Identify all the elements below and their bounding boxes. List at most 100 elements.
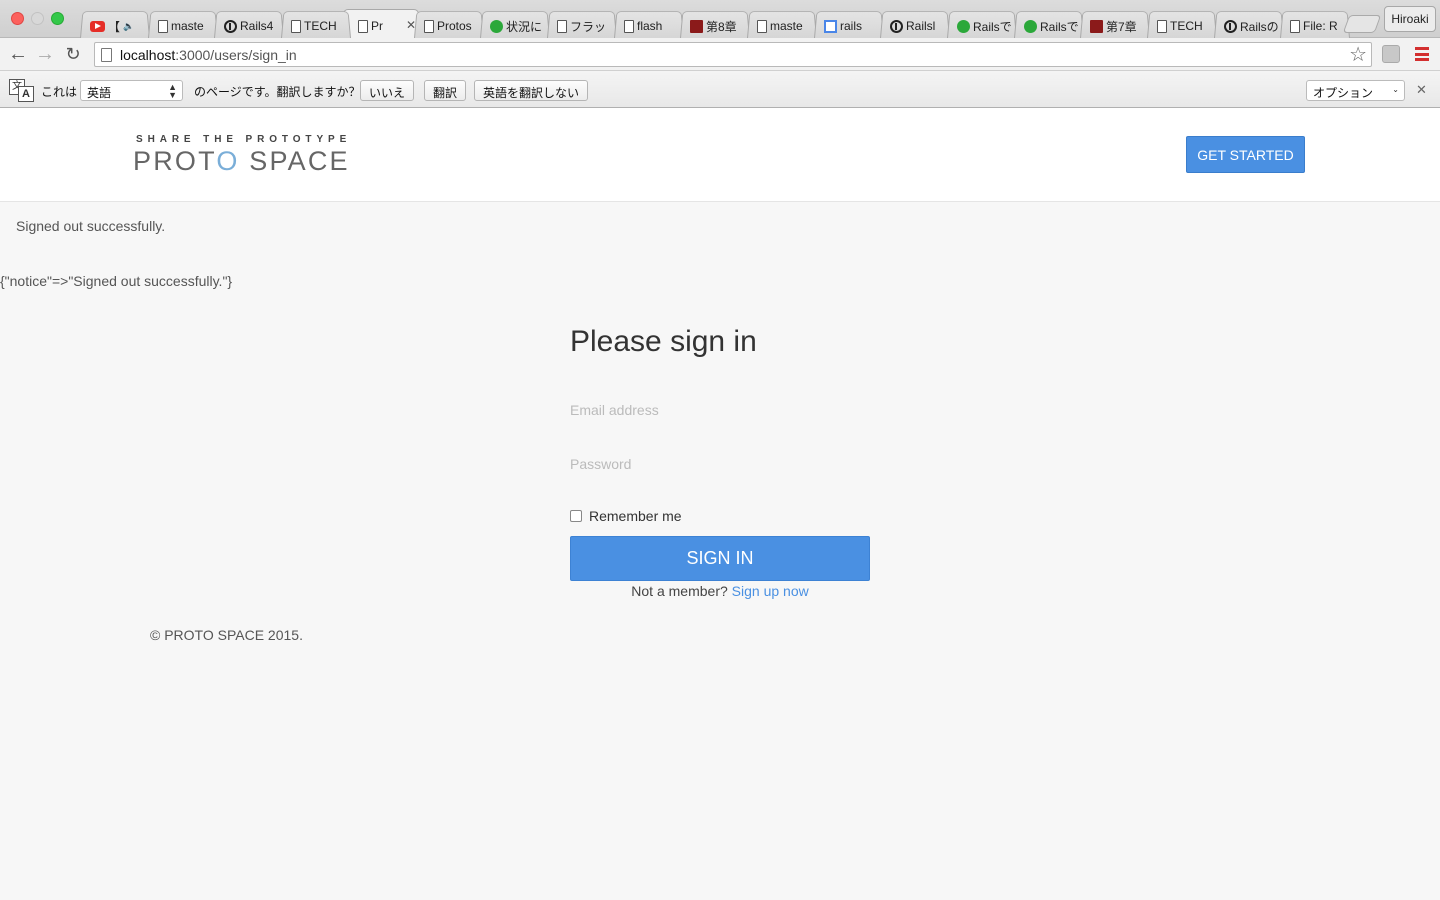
page-title: Please sign in [570, 325, 757, 358]
browser-tab[interactable]: 状況に [480, 9, 550, 39]
browser-tab[interactable]: Railsで [947, 9, 1017, 39]
source-language-value: 英語 [87, 86, 112, 100]
browser-tab[interactable]: File: R [1280, 9, 1350, 39]
forward-button[interactable]: → [33, 42, 57, 66]
tab-content: 第8章 [690, 18, 750, 34]
tab-title: maste [171, 19, 204, 33]
tab-content: rails [824, 18, 884, 34]
translate-no-button[interactable]: いいえ [360, 80, 415, 101]
reload-icon: ↻ [65, 44, 81, 64]
flash-debug-output: {"notice"=>"Signed out successfully."} [0, 273, 233, 289]
tab-content: Railsの [1224, 18, 1284, 34]
document-icon [291, 19, 301, 33]
browser-tab[interactable]: rails [814, 9, 884, 39]
page-icon [101, 48, 112, 62]
document-icon [757, 19, 767, 33]
source-language-select[interactable]: 英語 ▲ ▼ [80, 80, 183, 101]
tab-title: フラッ [570, 19, 607, 34]
bookmark-star-icon[interactable]: ☆ [1349, 44, 1367, 66]
password-field[interactable] [570, 451, 870, 477]
tab-title: Protos [437, 19, 472, 33]
browser-tab[interactable]: 第8章 [680, 9, 750, 39]
translate-options-select[interactable]: オプション ⌄ [1306, 80, 1405, 101]
browser-tab[interactable]: 第7章 [1080, 9, 1150, 39]
browser-tab[interactable]: TECH [281, 9, 351, 39]
new-tab-button[interactable] [1342, 15, 1382, 33]
tab-content: TECH [1157, 18, 1217, 34]
translate-button[interactable]: 翻訳 [424, 80, 467, 101]
reload-button[interactable]: ↻ [61, 42, 85, 66]
document-icon [557, 19, 567, 33]
signup-prompt: Not a member? Sign up now [570, 583, 870, 599]
youtube-icon [90, 20, 105, 32]
get-started-button[interactable]: GET STARTED [1186, 136, 1305, 173]
window-minimize-button[interactable] [31, 12, 44, 25]
audio-playing-icon[interactable]: 🔈 [123, 21, 134, 32]
browser-tab[interactable]: Railsで [1014, 9, 1084, 39]
tab-content: 第7章 [1090, 18, 1150, 34]
sign-up-link[interactable]: Sign up now [732, 583, 809, 599]
translate-question: のページです。翻訳しますか？ [194, 85, 361, 99]
browser-tab[interactable]: Railsl [880, 9, 950, 39]
address-bar[interactable]: localhost:3000/users/sign_in ☆ [94, 42, 1372, 67]
browser-tab[interactable]: Railsの [1214, 9, 1284, 39]
profile-button[interactable]: Hiroaki [1384, 6, 1436, 32]
url-text[interactable]: localhost:3000/users/sign_in [120, 47, 297, 63]
close-icon[interactable]: ✕ [1416, 82, 1427, 98]
translate-infobar: 文A これは 英語 ▲ ▼ のページです。翻訳しますか？ いいえ 翻訳 英語を翻訳… [0, 70, 1440, 108]
tab-content: maste [158, 18, 218, 34]
browser-tab[interactable]: flash [614, 9, 684, 39]
browser-tab[interactable]: maste [747, 9, 817, 39]
window-zoom-button[interactable] [51, 12, 64, 25]
tab-content: maste [757, 18, 817, 34]
translate-icon: 文A [9, 79, 35, 103]
browser-tab-strip: 【🔈 maste Rails4 TECH Pr ✕ Protos 状況に フラッ flash 第8章… [0, 0, 1440, 39]
extension-icon[interactable] [1382, 45, 1400, 63]
browser-tab[interactable]: Rails4 [214, 9, 284, 39]
book-icon [1090, 19, 1103, 33]
site-logo[interactable]: PROTO SPACE [133, 146, 350, 177]
tab-content: 状況に [490, 18, 550, 34]
translate-options-label: オプション [1313, 86, 1374, 100]
browser-tab[interactable]: Protos [414, 9, 484, 39]
logo-text-part2: SPACE [239, 146, 350, 176]
remember-me-checkbox[interactable] [570, 510, 582, 522]
browser-tab[interactable]: フラッ [547, 9, 617, 39]
tab-title: 状況に [506, 19, 543, 34]
back-button[interactable]: ← [6, 42, 30, 66]
green-bubble-icon [1024, 19, 1037, 33]
document-icon [624, 19, 634, 33]
tab-title: maste [770, 19, 803, 33]
tab-title: Railsで [973, 19, 1012, 34]
remember-me-row[interactable]: Remember me [570, 508, 682, 524]
tab-content: File: R [1290, 18, 1350, 34]
tab-content: 【🔈 [90, 18, 150, 34]
green-bubble-icon [490, 19, 503, 33]
tab-content: Protos [424, 18, 484, 34]
tab-title: 第8章 [706, 19, 737, 34]
circle-info-icon [224, 19, 237, 33]
browser-tab[interactable]: Pr ✕ [348, 9, 418, 38]
chrome-menu-icon[interactable] [1415, 47, 1429, 61]
tab-content: flash [624, 18, 684, 34]
chevron-down-icon: ⌄ [1392, 85, 1399, 94]
browser-tab[interactable]: maste [148, 9, 218, 39]
browser-tab[interactable]: TECH [1147, 9, 1217, 39]
book-icon [690, 19, 703, 33]
tab-title: Railsで [1040, 19, 1079, 34]
never-translate-button[interactable]: 英語を翻訳しない [474, 80, 589, 101]
footer-copyright: © PROTO SPACE 2015. [150, 627, 303, 643]
window-close-button[interactable] [11, 12, 24, 25]
site-header: SHARE THE PROTOTYPE PROTO SPACE GET STAR… [0, 108, 1440, 202]
tab-content: フラッ [557, 18, 617, 34]
back-arrow-icon: ← [8, 43, 28, 65]
logo-tagline: SHARE THE PROTOTYPE [136, 134, 352, 145]
remember-me-label: Remember me [589, 508, 682, 524]
sign-in-button[interactable]: SIGN IN [570, 536, 870, 581]
browser-tab[interactable]: 【🔈 [80, 9, 150, 39]
circle-info-icon [890, 19, 903, 33]
email-field[interactable] [570, 397, 870, 423]
url-path: :3000/users/sign_in [175, 47, 297, 63]
document-icon [1157, 19, 1167, 33]
tab-content: Railsl [890, 18, 950, 34]
